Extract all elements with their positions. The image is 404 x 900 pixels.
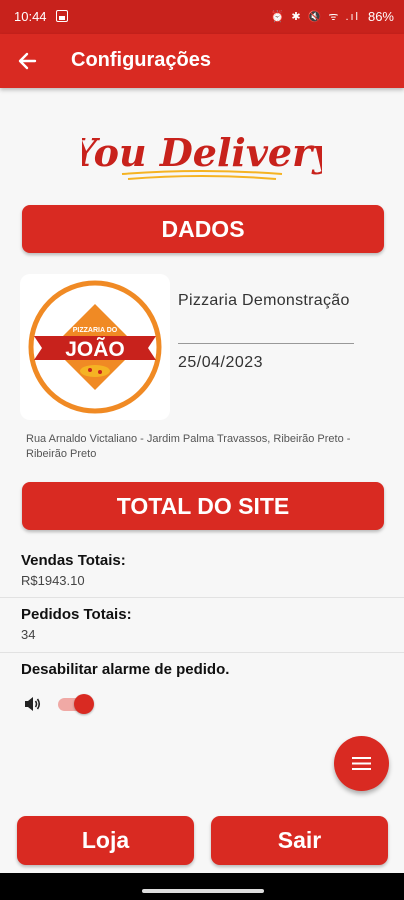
page-title: Configurações (71, 49, 212, 71)
vendas-value: R$1943.10 (21, 573, 85, 588)
divider (0, 597, 404, 598)
store-logo-top-text: PIZZARIA DO (73, 327, 118, 334)
toggle-thumb (74, 694, 94, 714)
dados-section-header: DADOS (22, 205, 384, 253)
status-time: 10:44 (14, 9, 47, 24)
pedidos-value: 34 (21, 627, 36, 642)
total-section-header: TOTAL DO SITE (22, 482, 384, 530)
sair-button[interactable]: Sair (211, 816, 388, 865)
gallery-icon (56, 10, 68, 22)
pedidos-label: Pedidos Totais: (21, 606, 132, 623)
store-date: 25/04/2023 (178, 354, 264, 371)
divider (178, 343, 354, 344)
battery-level: 86% (367, 9, 394, 24)
home-handle[interactable] (142, 889, 264, 893)
brand-logo-text: You Delivery (82, 130, 322, 175)
back-button[interactable] (10, 43, 46, 79)
menu-icon (352, 757, 371, 770)
arrow-left-icon (18, 52, 37, 70)
loja-button[interactable]: Loja (17, 816, 194, 865)
store-logo-name: JOÃO (65, 338, 125, 361)
app-bar: Configurações (0, 34, 404, 88)
alarm-toggle[interactable] (56, 694, 94, 714)
vendas-label: Vendas Totais: (21, 552, 126, 569)
store-logo: PIZZARIA DO JOÃO (20, 274, 170, 420)
store-address: Rua Arnaldo Victaliano - Jardim Palma Tr… (26, 433, 351, 460)
status-icons: ⏰ ✱ 🔇 ᯤ .ıl (270, 11, 360, 23)
brand-logo: You Delivery (70, 124, 337, 188)
system-nav-bar (0, 873, 404, 900)
status-bar: 10:44 ⏰ ✱ 🔇 ᯤ .ıl 86% (0, 0, 404, 34)
menu-button[interactable] (334, 736, 389, 791)
alarm-label: Desabilitar alarme de pedido. (21, 661, 230, 678)
speaker-icon (22, 694, 42, 714)
divider (0, 652, 404, 653)
store-name: Pizzaria Demonstração (178, 292, 350, 309)
